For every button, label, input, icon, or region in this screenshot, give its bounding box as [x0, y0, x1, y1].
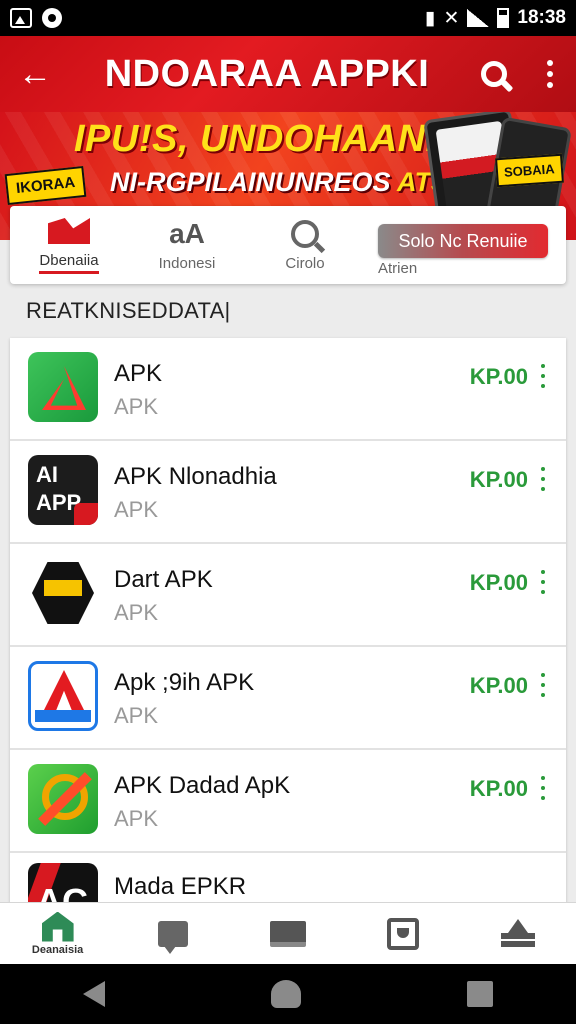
banner-tag-right: SOBAIA — [495, 153, 564, 188]
magnify-icon — [291, 219, 319, 248]
app-name: Dart APK — [114, 566, 213, 593]
nav-item-monitor[interactable] — [230, 903, 345, 964]
list-item[interactable]: APK Dadad ApK APK KP.00 — [10, 750, 566, 853]
flag-icon — [48, 218, 90, 244]
section-title: REATKNISEDDATA| — [26, 298, 231, 323]
nav-item-box[interactable] — [346, 903, 461, 964]
text-icon: aA — [169, 217, 205, 249]
list-item[interactable]: AI APP APK Nlonadhia APK KP.00 — [10, 441, 566, 544]
photo-icon — [10, 8, 32, 28]
nav-item-home[interactable]: Deanaisia — [0, 903, 115, 964]
nav-label-home: Deanaisia — [31, 943, 84, 956]
status-right: ▮ ✕ 18:38 — [425, 7, 566, 30]
app-title: NDOARAA APPKI — [104, 52, 430, 95]
home-icon — [41, 911, 74, 942]
app-price: KP.00 — [469, 673, 528, 698]
search-icon — [481, 61, 507, 87]
app-name: APK Nlonadhia — [114, 463, 277, 490]
circle-icon — [42, 8, 62, 28]
category-label: Cirolo — [285, 254, 325, 272]
system-back-icon[interactable] — [83, 981, 105, 1007]
promo-button[interactable]: Solo Nc Renuiie — [378, 224, 548, 258]
category-item-3[interactable]: Cirolo — [246, 206, 364, 284]
signal-icon — [467, 9, 490, 27]
nav-item-chat[interactable] — [115, 903, 230, 964]
list-item[interactable]: APK APK KP.00 — [10, 338, 566, 441]
category-label: Indonesi — [158, 254, 216, 272]
chat-icon — [157, 920, 188, 954]
app-icon — [28, 764, 98, 834]
search-button[interactable] — [464, 36, 524, 112]
row-more-icon[interactable] — [538, 364, 548, 388]
category-card: Dbenaiia aA Indonesi Cirolo Solo Nc Renu… — [10, 206, 566, 284]
app-subtitle: APK — [114, 703, 159, 728]
app-icon: AI APP — [28, 455, 98, 525]
back-arrow-icon: ← — [18, 54, 52, 93]
app-name: APK — [114, 360, 163, 387]
back-button[interactable]: ← — [0, 36, 70, 112]
row-more-icon[interactable] — [538, 776, 548, 800]
nav-item-upload[interactable] — [461, 903, 576, 964]
system-recents-icon[interactable] — [467, 981, 493, 1007]
app-subtitle: APK — [114, 600, 159, 625]
app-name: APK Dadad ApK — [114, 772, 291, 799]
row-more-icon[interactable] — [538, 467, 548, 491]
app-name: Mada EPKR — [114, 873, 247, 900]
list-item[interactable]: AC Mada EPKR — [10, 853, 566, 909]
box-icon — [387, 917, 420, 950]
system-nav-bar — [0, 964, 576, 1024]
category-item-1[interactable]: Dbenaiia — [10, 206, 128, 284]
app-price: KP.00 — [469, 467, 528, 492]
app-subtitle: APK — [114, 806, 159, 831]
list-item[interactable]: Apk ;9ih APK APK KP.00 — [10, 647, 566, 750]
app-price: KP.00 — [469, 364, 528, 389]
status-bar: ▮ ✕ 18:38 — [0, 0, 576, 36]
category-item-2[interactable]: aA Indonesi — [128, 206, 246, 284]
row-more-icon[interactable] — [538, 570, 548, 594]
app-subtitle: APK — [114, 497, 159, 522]
screen: ▮ ✕ 18:38 ← NDOARAA APPKI IPU!S, UNDOHAA… — [0, 0, 576, 1024]
app-icon — [28, 558, 98, 628]
status-left — [10, 8, 62, 28]
more-vert-icon — [547, 60, 553, 66]
bottom-nav: Deanaisia — [0, 902, 576, 964]
category-label: Dbenaiia — [39, 252, 99, 274]
app-name: Apk ;9ih APK — [114, 669, 255, 696]
more-options-button[interactable] — [524, 36, 576, 112]
upload-icon — [501, 918, 536, 949]
vibrate-icon: ▮ — [425, 7, 436, 29]
banner-subline: NI-RGPILAINUNREOS ATSY — [110, 167, 467, 198]
banner-headline: IPU!S, UNDOHAANIA — [74, 118, 465, 160]
row-more-icon[interactable] — [538, 673, 548, 697]
app-icon — [28, 661, 98, 731]
status-time: 18:38 — [517, 7, 566, 28]
app-list: APK APK KP.00 AI APP APK Nlonadhia APK K… — [10, 338, 566, 909]
battery-icon — [497, 8, 510, 28]
monitor-icon — [270, 920, 306, 947]
app-subtitle: APK — [114, 394, 159, 419]
app-bar: ← NDOARAA APPKI — [0, 36, 576, 112]
banner-subline-main: NI-RGPILAINUNREOS — [110, 167, 398, 197]
system-home-icon[interactable] — [271, 980, 301, 1008]
promo-sub-label: Atrien — [378, 260, 418, 277]
list-item[interactable]: Dart APK APK KP.00 — [10, 544, 566, 647]
app-icon — [28, 352, 98, 422]
mute-icon: ✕ — [443, 7, 460, 29]
app-price: KP.00 — [469, 776, 528, 801]
app-price: KP.00 — [469, 570, 528, 595]
